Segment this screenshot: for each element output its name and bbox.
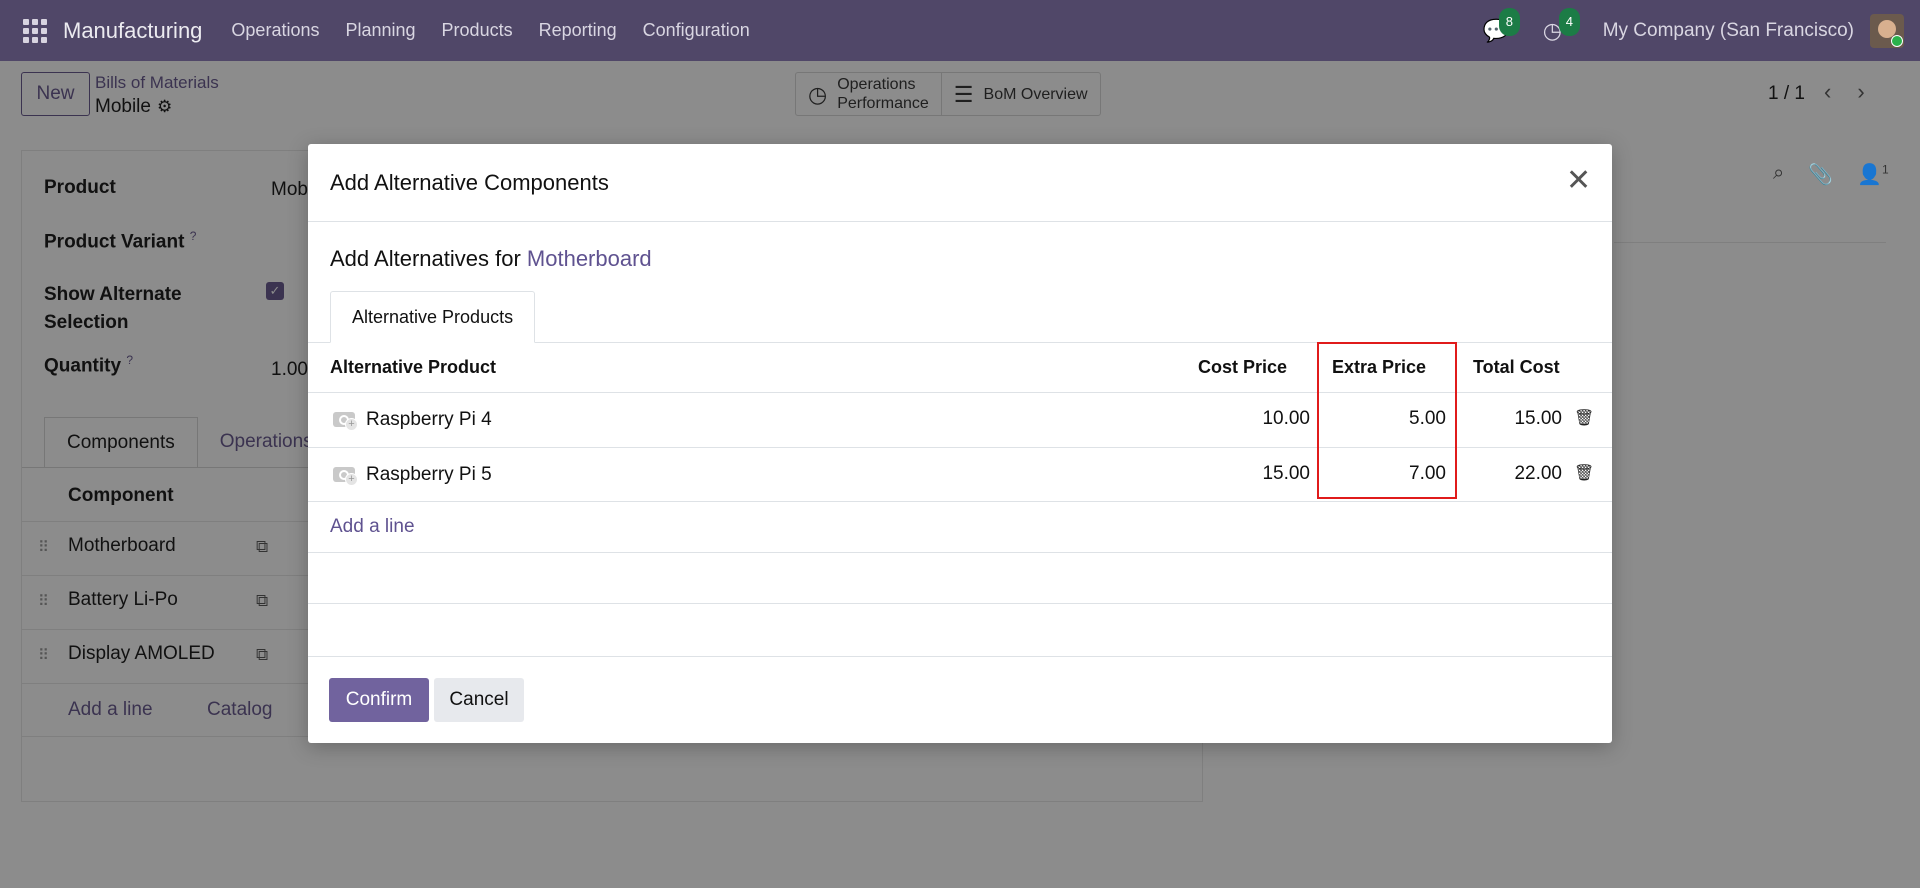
user-avatar[interactable]	[1870, 13, 1904, 48]
breadcrumb-parent[interactable]: Bills of Materials	[95, 73, 219, 93]
total-cost-cell: 22.00	[1514, 463, 1562, 484]
pager-prev-icon[interactable]: ‹	[1824, 79, 1857, 104]
total-cost-cell: 15.00	[1514, 408, 1562, 429]
col-cost-price[interactable]: Cost Price	[1198, 357, 1287, 378]
tab-components[interactable]: Components	[44, 417, 198, 467]
alt-product-name[interactable]: Raspberry Pi 5	[366, 464, 492, 486]
table-row[interactable]: ⠿ Display AMOLED ⧉	[22, 629, 322, 683]
col-total-cost[interactable]: Total Cost	[1473, 357, 1560, 378]
main-menu: Operations Planning Products Reporting C…	[218, 20, 762, 41]
record-name: Mobile	[95, 96, 151, 117]
row-divider	[308, 501, 1612, 502]
table-row[interactable]: ⠿ Motherboard ⧉	[22, 521, 322, 575]
operations-performance-button[interactable]: ◷ Operations Performance	[796, 73, 941, 115]
add-alternatives-dialog: Add Alternative Components ✕ Add Alterna…	[308, 144, 1612, 743]
cost-price-cell: 15.00	[1262, 463, 1310, 484]
pager-value[interactable]: 1 / 1	[1768, 83, 1805, 105]
company-switcher[interactable]: My Company (San Francisco)	[1603, 20, 1854, 42]
extra-price-highlight	[1317, 342, 1457, 499]
pager-nav: ‹›	[1824, 79, 1891, 105]
product-label: Product	[44, 177, 116, 198]
pager-next-icon[interactable]: ›	[1857, 79, 1890, 104]
activities-badge: 4	[1558, 7, 1580, 36]
breadcrumb-current: Mobile ⚙	[95, 96, 172, 118]
component-name: Motherboard	[68, 535, 176, 556]
alternate-label-2: Selection	[44, 312, 129, 333]
copy-icon[interactable]: ⧉	[256, 645, 268, 665]
search-icon[interactable]: ⌕	[1773, 162, 1784, 187]
copy-icon[interactable]: ⧉	[256, 591, 268, 611]
follower-count: 1	[1882, 162, 1889, 177]
bars-icon: ☰	[953, 81, 974, 107]
ops-line1: Operations	[837, 76, 916, 93]
trash-icon[interactable]: 🗑	[1574, 408, 1594, 428]
quantity-help-icon[interactable]: ?	[126, 353, 133, 367]
bom-overview-label: BoM Overview	[983, 85, 1088, 103]
quantity-value[interactable]: 1.00	[271, 359, 308, 381]
product-variant-label: Product Variant ?	[44, 229, 196, 253]
tab-alternative-products[interactable]: Alternative Products	[330, 291, 536, 343]
top-navbar: Manufacturing Operations Planning Produc…	[0, 0, 1920, 61]
footer-divider	[308, 656, 1612, 657]
table-row[interactable]: ⠿ Battery Li-Po ⧉	[22, 575, 322, 629]
dialog-title: Add Alternative Components	[330, 170, 609, 195]
navbar-systray: 💬 8 ◷ 4 My Company (San Francisco)	[1483, 0, 1920, 61]
component-header: Component	[68, 485, 174, 506]
control-panel: New Bills of Materials Mobile ⚙ ◷ Operatio…	[0, 61, 1920, 140]
copy-icon[interactable]: ⧉	[256, 537, 268, 557]
subtitle-product-link[interactable]: Motherboard	[527, 246, 652, 271]
product-image-icon: +	[333, 408, 359, 431]
variant-help-icon[interactable]: ?	[190, 229, 197, 243]
catalog-link[interactable]: Catalog	[207, 699, 273, 721]
clock-icon: ◷	[808, 81, 828, 107]
menu-operations[interactable]: Operations	[231, 20, 319, 41]
new-button[interactable]: New	[21, 72, 90, 116]
smart-buttons: ◷ Operations Performance ☰ BoM Overview	[795, 72, 1101, 116]
menu-planning[interactable]: Planning	[345, 20, 415, 41]
drag-handle-icon[interactable]: ⠿	[38, 646, 49, 664]
trash-icon[interactable]: 🗑	[1574, 463, 1594, 483]
close-icon[interactable]: ✕	[1566, 166, 1591, 196]
component-name: Battery Li-Po	[68, 589, 178, 610]
row-divider	[308, 552, 1612, 553]
activities-icon[interactable]: ◷ 4	[1543, 7, 1580, 44]
followers-icon[interactable]: 👤1	[1857, 162, 1889, 187]
quantity-label-text: Quantity	[44, 355, 122, 377]
col-alternative-product[interactable]: Alternative Product	[330, 357, 496, 378]
menu-configuration[interactable]: Configuration	[643, 20, 750, 41]
menu-reporting[interactable]: Reporting	[539, 20, 617, 41]
alt-product-name[interactable]: Raspberry Pi 4	[366, 409, 492, 431]
cancel-button[interactable]: Cancel	[434, 678, 524, 722]
chatter-divider	[1614, 242, 1886, 243]
variant-label-text: Product Variant	[44, 231, 185, 253]
form-tabs: Components Operations	[44, 417, 335, 467]
dialog-subtitle: Add Alternatives for Motherboard	[330, 246, 652, 272]
paperclip-icon[interactable]: 📎	[1808, 162, 1833, 187]
quantity-label: Quantity ?	[44, 353, 133, 377]
product-image-icon: +	[333, 463, 359, 486]
app-name[interactable]: Manufacturing	[63, 18, 202, 44]
drag-handle-icon[interactable]: ⠿	[38, 538, 49, 556]
add-component-line[interactable]: Add a line	[68, 699, 153, 721]
chatter-toolbar: ⌕ 📎 👤1	[1773, 162, 1889, 187]
show-alternate-label: Show Alternate Selection	[44, 281, 182, 337]
menu-products[interactable]: Products	[442, 20, 513, 41]
ops-line2: Performance	[837, 95, 929, 112]
apps-menu-icon[interactable]	[23, 18, 47, 43]
dialog-header: Add Alternative Components ✕	[308, 144, 1612, 222]
subtitle-prefix: Add Alternatives for	[330, 246, 521, 271]
add-line-link[interactable]: Add a line	[330, 516, 415, 538]
product-value[interactable]: Mob	[271, 179, 308, 201]
component-name: Display AMOLED	[68, 643, 215, 664]
row-divider	[308, 603, 1612, 604]
messages-icon[interactable]: 💬 8	[1483, 7, 1520, 44]
alternate-label-1: Show Alternate	[44, 284, 182, 305]
confirm-button[interactable]: Confirm	[329, 678, 429, 722]
bom-overview-button[interactable]: ☰ BoM Overview	[940, 73, 1100, 115]
show-alternate-checkbox[interactable]: ✓	[266, 282, 284, 300]
gear-icon[interactable]: ⚙	[157, 97, 172, 116]
messages-badge: 8	[1498, 7, 1520, 36]
cost-price-cell: 10.00	[1262, 408, 1310, 429]
drag-handle-icon[interactable]: ⠿	[38, 592, 49, 610]
